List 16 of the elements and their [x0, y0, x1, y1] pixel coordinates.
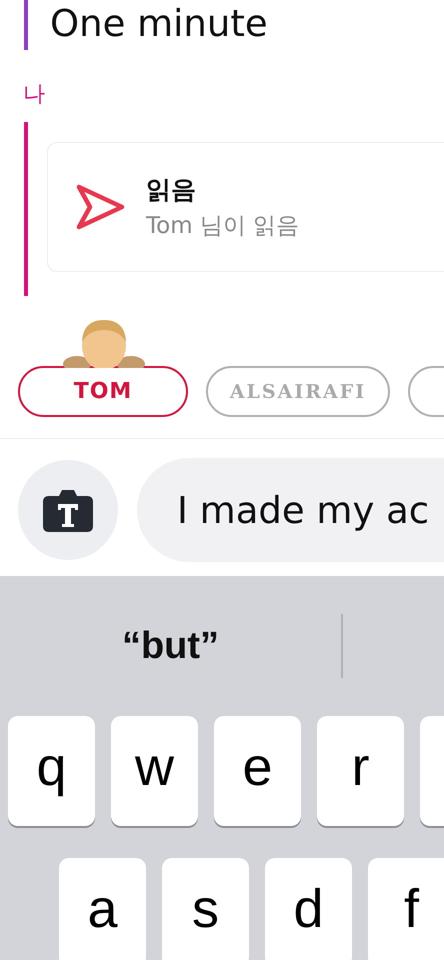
keyboard-key[interactable]: w	[111, 716, 198, 826]
keyboard-key[interactable]: d	[265, 858, 352, 960]
keyboard-key[interactable]: s	[162, 858, 249, 960]
message-text: One minute	[50, 5, 268, 42]
status-title: 읽음	[146, 174, 196, 206]
keyboard-key[interactable]: f	[368, 858, 444, 960]
keyboard-key[interactable]: a	[59, 858, 146, 960]
keyboard-key[interactable]: q	[8, 716, 95, 826]
keyboard-key[interactable]: r	[317, 716, 404, 826]
avatar-icon	[63, 318, 145, 368]
sender-label: 나	[23, 81, 45, 109]
keyboard-key[interactable]: e	[214, 716, 301, 826]
status-subtitle: Tom 님이 읽음	[146, 212, 300, 241]
word-suggestion[interactable]: “but”	[122, 624, 220, 668]
message-input[interactable]: I made my ac	[137, 458, 444, 562]
friend-chip[interactable]: TOM	[18, 366, 188, 417]
